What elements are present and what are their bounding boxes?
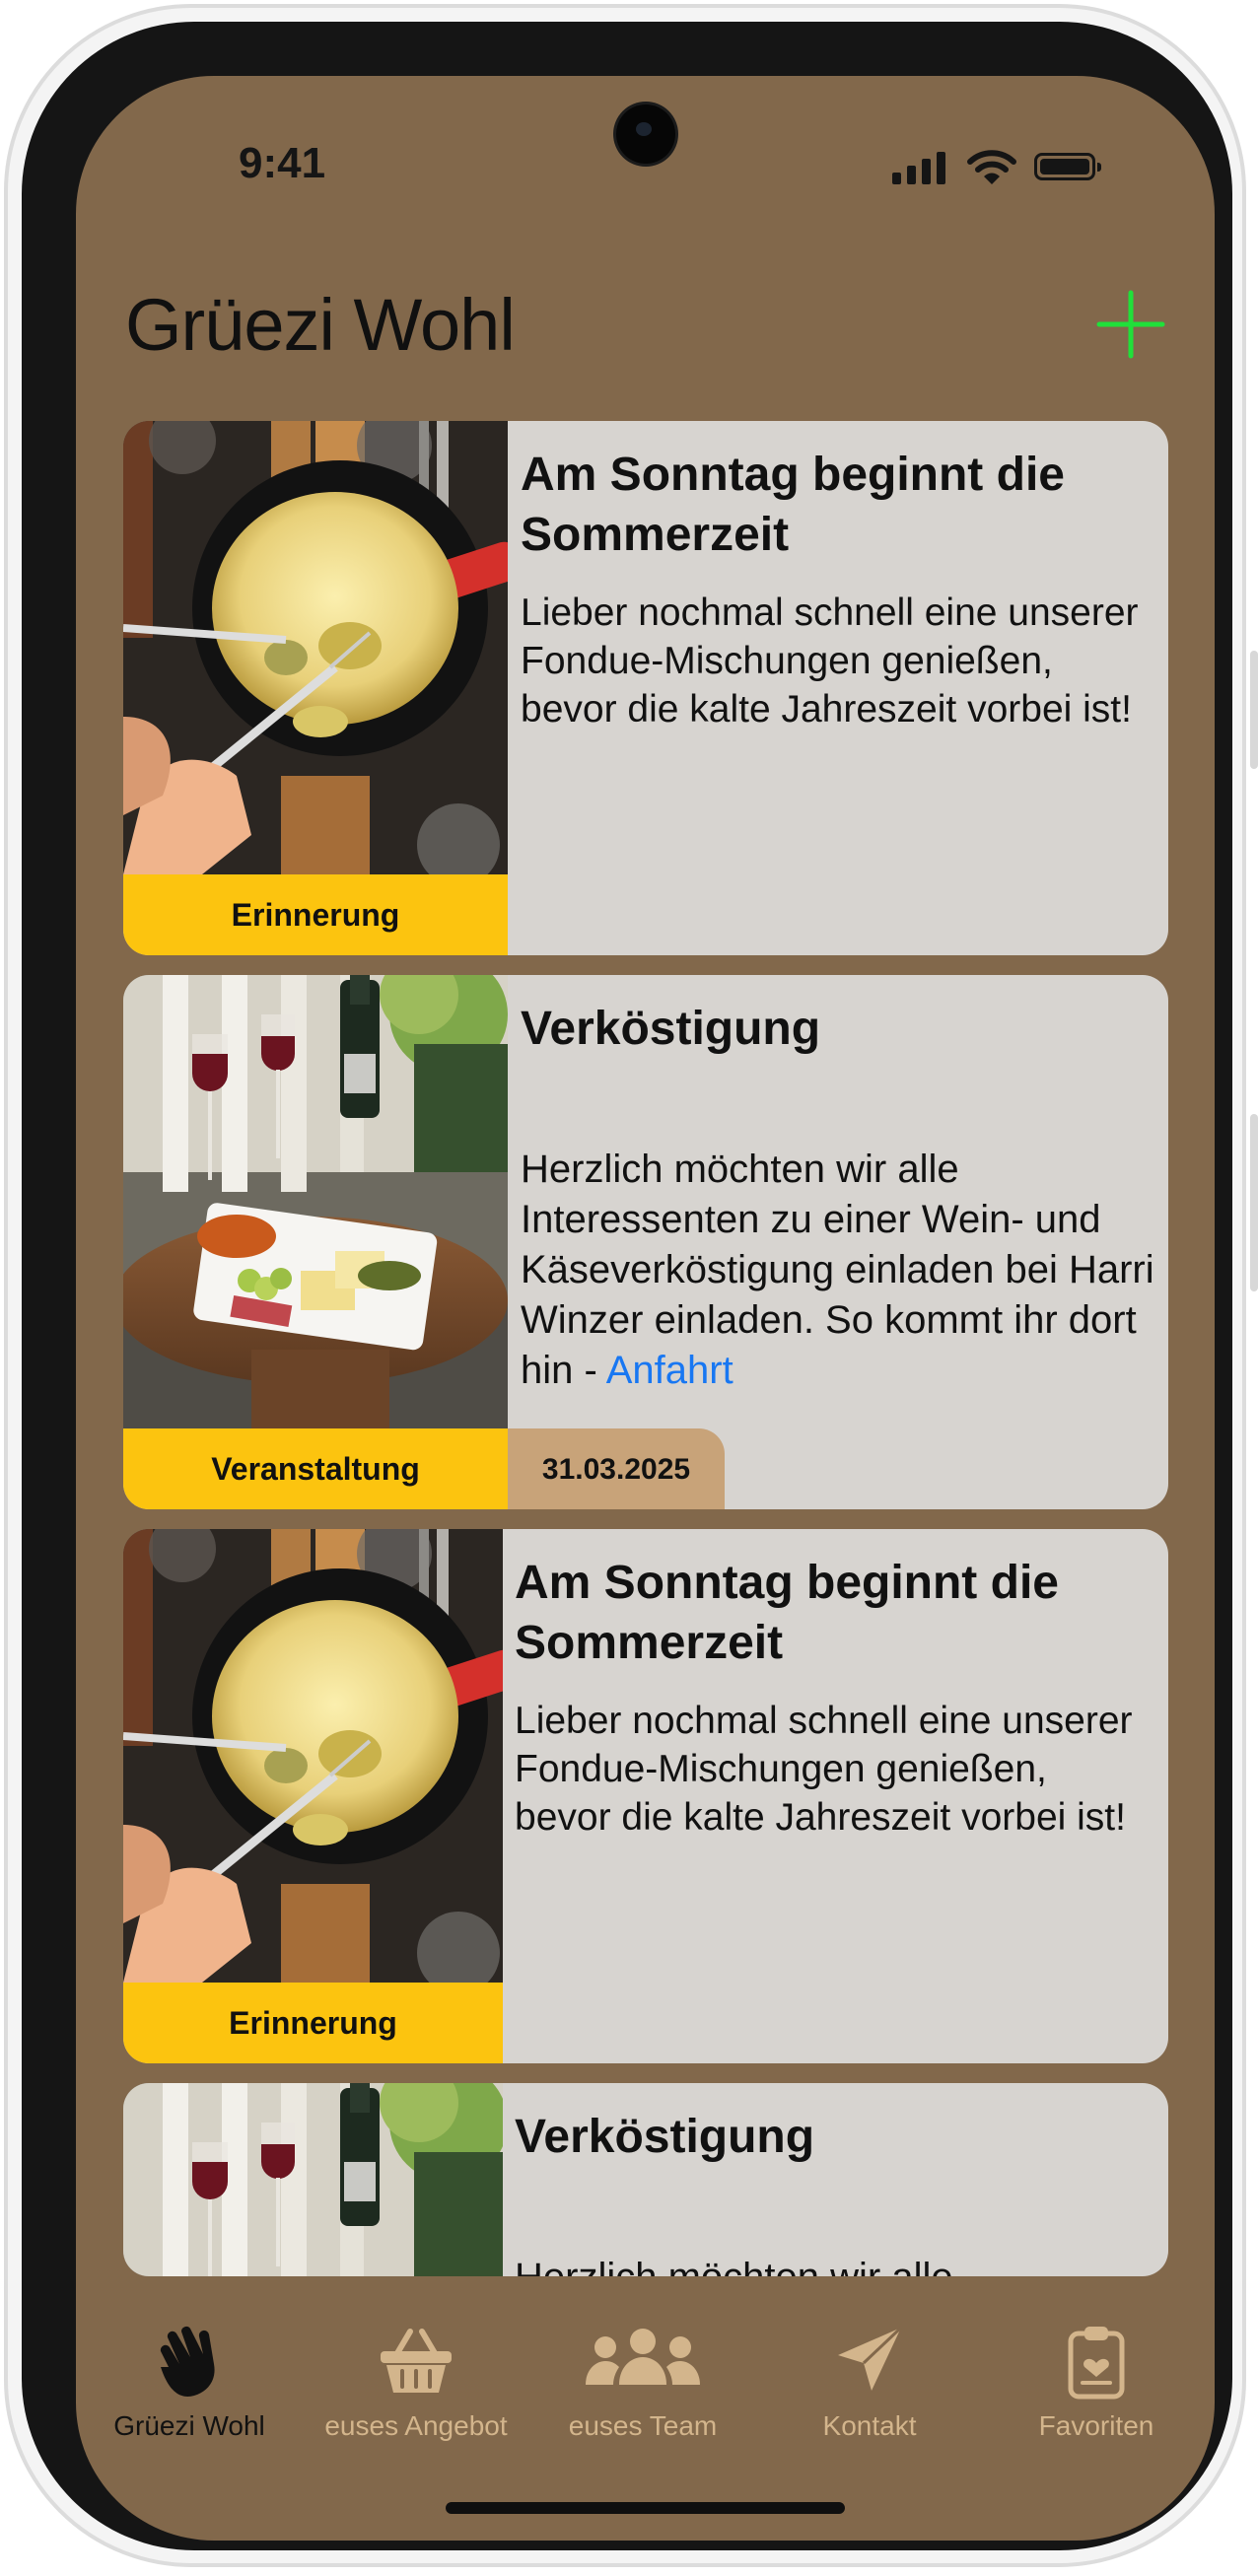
tab-bar: Grüezi Wohl euses Angebot euses Team Kon…	[76, 2312, 1215, 2470]
tab-favoriten[interactable]: Favoriten	[983, 2312, 1210, 2450]
card-title: Am Sonntag beginnt die Sommerzeit	[515, 1557, 1059, 1669]
volume-button	[1250, 651, 1258, 769]
tab-label: Grüezi Wohl	[113, 2410, 265, 2441]
directions-link[interactable]: Anfahrt	[606, 1349, 734, 1392]
news-card[interactable]: Veranstaltung 31.03.2025 Verköstigung He…	[123, 975, 1168, 1509]
wifi-icon	[967, 150, 1016, 184]
wine-cheese-image	[123, 2083, 503, 2276]
tab-label: Favoriten	[1038, 2410, 1154, 2441]
basket-icon	[381, 2329, 452, 2393]
waving-hand-icon	[160, 2327, 215, 2397]
tab-kontakt[interactable]: Kontakt	[756, 2312, 983, 2450]
app-screen: 9:41 Grüezi Wohl Erinnerung Am Sonntag b…	[76, 76, 1215, 2541]
tab-label: Kontakt	[822, 2410, 917, 2441]
page-title: Grüezi Wohl	[125, 284, 516, 366]
home-indicator	[446, 2502, 845, 2514]
news-card[interactable]: Erinnerung Am Sonntag beginnt die Sommer…	[123, 1529, 1168, 2063]
category-tag: Erinnerung	[123, 874, 508, 955]
card-title: Verköstigung	[515, 2111, 815, 2163]
signal-icon	[892, 151, 951, 184]
tab-label: euses Angebot	[324, 2410, 508, 2441]
news-card[interactable]: Erinnerung Am Sonntag beginnt die Sommer…	[123, 421, 1168, 955]
tab-euses-angebot[interactable]: euses Angebot	[303, 2312, 529, 2450]
news-card[interactable]: Verköstigung Herzlich möchten wir alle	[123, 2083, 1168, 2276]
category-tag: Erinnerung	[123, 1983, 503, 2063]
volume-button	[1250, 1114, 1258, 1291]
paper-plane-icon	[838, 2326, 903, 2391]
card-title: Verköstigung	[521, 1003, 821, 1055]
team-icon	[586, 2329, 700, 2385]
front-camera	[616, 104, 675, 164]
fondue-image	[123, 421, 508, 874]
wine-cheese-image	[123, 975, 508, 1428]
tab-euses-team[interactable]: euses Team	[529, 2312, 756, 2450]
card-title: Am Sonntag beginnt die Sommerzeit	[521, 449, 1065, 561]
card-body: Lieber nochmal schnell eine unserer Fond…	[515, 1700, 1133, 1839]
clipboard-heart-icon	[1068, 2327, 1125, 2400]
tab-label: euses Team	[568, 2410, 718, 2441]
tab-gruezi-wohl[interactable]: Grüezi Wohl	[76, 2312, 303, 2450]
fondue-image	[123, 1529, 503, 1983]
phone-bezel: 9:41 Grüezi Wohl Erinnerung Am Sonntag b…	[22, 22, 1232, 2550]
card-body: Herzlich möchten wir alle	[515, 2253, 1153, 2276]
card-body: Lieber nochmal schnell eine unserer Fond…	[521, 592, 1139, 731]
battery-icon	[1034, 153, 1101, 180]
date-badge: 31.03.2025	[508, 1428, 725, 1509]
card-body: Herzlich möchten wir alle Interessenten …	[521, 1145, 1159, 1396]
plus-icon[interactable]	[1091, 285, 1170, 364]
category-tag: Veranstaltung	[123, 1428, 508, 1509]
status-time: 9:41	[239, 139, 326, 187]
